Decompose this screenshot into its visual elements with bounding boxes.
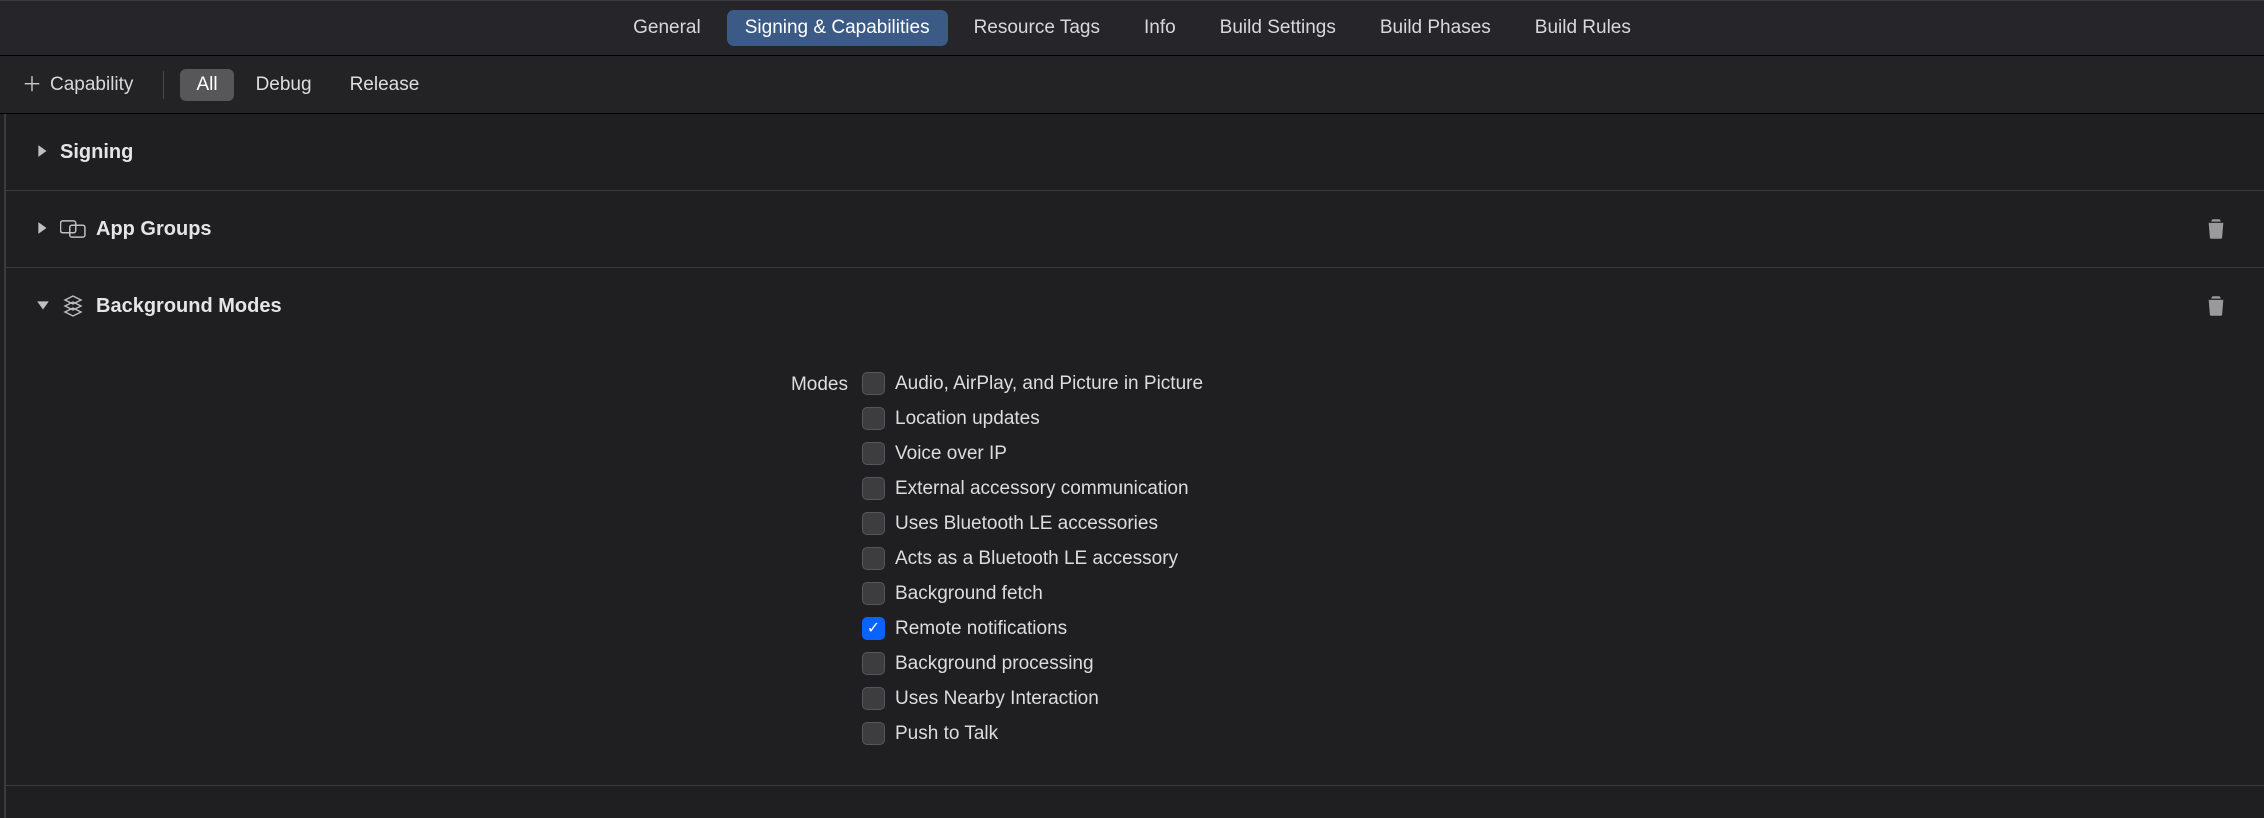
section-background-modes[interactable]: Background Modes	[4, 268, 2264, 344]
mode-item: External accessory communication	[862, 477, 1203, 500]
config-debug[interactable]: Debug	[240, 69, 328, 101]
tab-info[interactable]: Info	[1126, 10, 1194, 46]
mode-label: Background fetch	[895, 583, 1043, 605]
mode-checkbox[interactable]	[862, 477, 885, 500]
section-title-bgmodes: Background Modes	[96, 295, 282, 318]
mode-checkbox[interactable]	[862, 547, 885, 570]
mode-checkbox[interactable]: ✓	[862, 617, 885, 640]
add-capability-button[interactable]: ＋ Capability	[18, 74, 137, 96]
section-title-appgroups: App Groups	[96, 218, 212, 241]
tab-build-rules[interactable]: Build Rules	[1517, 10, 1649, 46]
mode-item: Push to Talk	[862, 722, 1203, 745]
mode-checkbox[interactable]	[862, 407, 885, 430]
mode-label: External accessory communication	[895, 478, 1189, 500]
delete-background-modes-button[interactable]	[2206, 295, 2226, 317]
mode-label: Acts as a Bluetooth LE accessory	[895, 548, 1178, 570]
tab-general[interactable]: General	[615, 10, 719, 46]
mode-item: Background fetch	[862, 582, 1203, 605]
mode-label: Voice over IP	[895, 443, 1007, 465]
delete-app-groups-button[interactable]	[2206, 218, 2226, 240]
mode-checkbox[interactable]	[862, 512, 885, 535]
section-signing[interactable]: Signing	[4, 114, 2264, 191]
capabilities-panel: Signing App Groups	[4, 114, 2264, 818]
mode-label: Background processing	[895, 653, 1094, 675]
mode-label: Audio, AirPlay, and Picture in Picture	[895, 373, 1203, 395]
mode-item: Voice over IP	[862, 442, 1203, 465]
mode-checkbox[interactable]	[862, 372, 885, 395]
mode-label: Push to Talk	[895, 723, 998, 745]
mode-item: ✓ Remote notifications	[862, 617, 1203, 640]
tab-build-settings[interactable]: Build Settings	[1202, 10, 1354, 46]
toolbar-divider	[163, 71, 164, 99]
chevron-right-icon	[32, 142, 54, 163]
mode-item: Uses Nearby Interaction	[862, 687, 1203, 710]
mode-checkbox[interactable]	[862, 687, 885, 710]
mode-checkbox[interactable]	[862, 722, 885, 745]
section-app-groups[interactable]: App Groups	[4, 191, 2264, 268]
add-capability-label: Capability	[50, 74, 133, 96]
background-modes-body: Modes Audio, AirPlay, and Picture in Pic…	[4, 344, 2264, 786]
config-release[interactable]: Release	[334, 69, 436, 101]
top-tab-bar: General Signing & Capabilities Resource …	[0, 0, 2264, 56]
app-groups-icon	[60, 216, 86, 242]
mode-item: Background processing	[862, 652, 1203, 675]
mode-label: Remote notifications	[895, 618, 1067, 640]
background-modes-icon	[60, 293, 86, 319]
config-segmented-control: All Debug Release	[180, 69, 435, 101]
modes-label: Modes	[32, 372, 862, 396]
chevron-right-icon	[32, 219, 54, 240]
config-all[interactable]: All	[180, 69, 233, 101]
mode-label: Location updates	[895, 408, 1040, 430]
mode-label: Uses Bluetooth LE accessories	[895, 513, 1158, 535]
content-area: Signing App Groups	[0, 114, 2264, 818]
mode-checkbox[interactable]	[862, 652, 885, 675]
section-title-signing: Signing	[60, 141, 133, 164]
modes-list: Audio, AirPlay, and Picture in Picture Lo…	[862, 372, 1203, 745]
tab-signing-capabilities[interactable]: Signing & Capabilities	[727, 10, 948, 46]
plus-icon: ＋	[22, 75, 42, 95]
capabilities-toolbar: ＋ Capability All Debug Release	[0, 56, 2264, 114]
mode-item: Location updates	[862, 407, 1203, 430]
mode-checkbox[interactable]	[862, 442, 885, 465]
chevron-down-icon	[32, 296, 54, 317]
tab-build-phases[interactable]: Build Phases	[1362, 10, 1509, 46]
mode-item: Audio, AirPlay, and Picture in Picture	[862, 372, 1203, 395]
mode-label: Uses Nearby Interaction	[895, 688, 1099, 710]
mode-item: Uses Bluetooth LE accessories	[862, 512, 1203, 535]
mode-item: Acts as a Bluetooth LE accessory	[862, 547, 1203, 570]
check-icon: ✓	[867, 621, 880, 637]
tab-resource-tags[interactable]: Resource Tags	[956, 10, 1118, 46]
mode-checkbox[interactable]	[862, 582, 885, 605]
